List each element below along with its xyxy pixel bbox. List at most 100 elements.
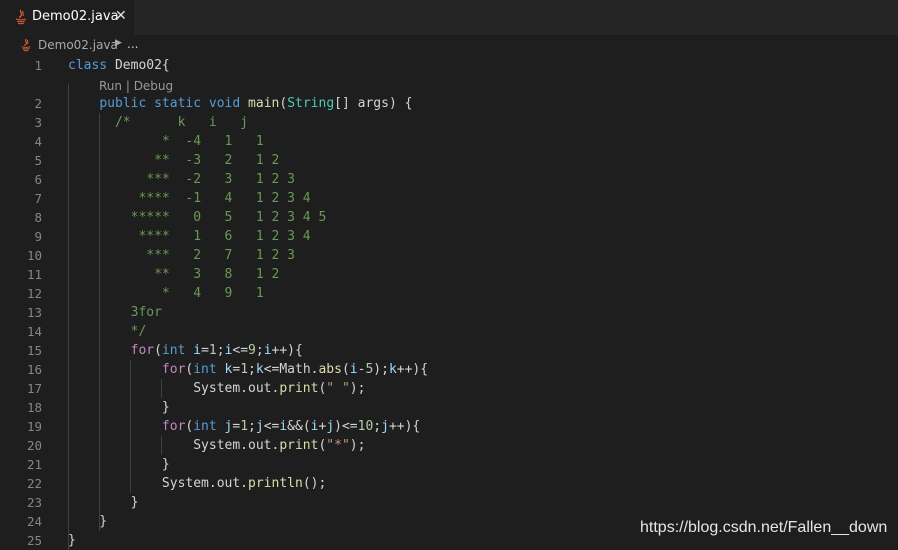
code-line[interactable]: 11 ** 3 8 1 2 bbox=[0, 265, 898, 284]
code-token: int bbox=[161, 343, 186, 358]
java-file-icon bbox=[21, 38, 31, 52]
code-line[interactable]: 16 for(int k=1;k<=Math.abs(i-5);k++){ bbox=[0, 360, 898, 379]
line-number: 21 bbox=[26, 457, 42, 472]
code-text: * -4 1 1 bbox=[68, 132, 264, 151]
code-token: j bbox=[326, 419, 335, 434]
code-line[interactable]: 21 } bbox=[0, 455, 898, 474]
line-number: 9 bbox=[34, 229, 42, 244]
code-token: **** 1 6 1 2 3 4 bbox=[68, 229, 311, 244]
line-number: 17 bbox=[26, 381, 42, 396]
code-token: class bbox=[68, 58, 108, 73]
code-text: for(int j=1;j<=i&&(i+j)<=10;j++){ bbox=[68, 417, 420, 436]
line-number: 8 bbox=[34, 210, 42, 225]
code-token: (); bbox=[302, 476, 327, 491]
code-text: } bbox=[68, 512, 107, 531]
code-text: ** -3 2 1 2 bbox=[68, 151, 279, 170]
code-line[interactable]: 10 *** 2 7 1 2 3 bbox=[0, 246, 898, 265]
code-line[interactable]: 4 * -4 1 1 bbox=[0, 132, 898, 151]
run-link[interactable]: Run bbox=[99, 79, 122, 93]
line-number: 2 bbox=[34, 96, 42, 111]
java-file-icon bbox=[15, 9, 27, 25]
line-number: 24 bbox=[26, 514, 42, 529]
code-text: public static void main(String[] args) { bbox=[68, 94, 412, 113]
code-token: k bbox=[388, 362, 397, 377]
code-text: } bbox=[68, 531, 76, 550]
line-number: 16 bbox=[26, 362, 42, 377]
code-token: ( bbox=[279, 96, 288, 111]
code-text: **** 1 6 1 2 3 4 bbox=[68, 227, 311, 246]
code-line[interactable]: 12 * 4 9 1 bbox=[0, 284, 898, 303]
code-line[interactable]: 3 /* k i j bbox=[0, 113, 898, 132]
code-line[interactable]: 18 } bbox=[0, 398, 898, 417]
code-token: print bbox=[279, 438, 319, 453]
code-line[interactable]: 14 */ bbox=[0, 322, 898, 341]
code-text: /* k i j bbox=[68, 113, 248, 132]
line-number: 22 bbox=[26, 476, 42, 491]
code-editor[interactable]: Run | Debug 1 class Demo02{2 public stati… bbox=[0, 56, 898, 550]
code-token: ; bbox=[216, 343, 225, 358]
code-token: System.out. bbox=[68, 476, 249, 491]
code-token: **** -1 4 1 2 3 4 bbox=[68, 191, 311, 206]
code-line[interactable]: 23 } bbox=[0, 493, 898, 512]
code-token: ***** 0 5 1 2 3 4 5 bbox=[68, 210, 327, 225]
line-number: 6 bbox=[34, 172, 42, 187]
code-line[interactable]: 9 **** 1 6 1 2 3 4 bbox=[0, 227, 898, 246]
code-text: } bbox=[68, 455, 170, 474]
code-token: println bbox=[248, 476, 303, 491]
code-token: * -4 1 1 bbox=[68, 134, 264, 149]
watermark: https://blog.csdn.net/Fallen__down bbox=[640, 519, 888, 536]
code-line[interactable]: 22 System.out.println(); bbox=[0, 474, 898, 493]
code-line[interactable]: 2 public static void main(String[] args)… bbox=[0, 94, 898, 113]
code-token: 1 bbox=[208, 343, 217, 358]
tab-demo02-java[interactable]: Demo02.java ✕ bbox=[0, 0, 134, 35]
code-text: } bbox=[68, 398, 170, 417]
code-text: 3for bbox=[68, 303, 162, 322]
code-line[interactable]: 7 **** -1 4 1 2 3 4 bbox=[0, 189, 898, 208]
code-token: <=Math. bbox=[263, 362, 319, 377]
codelens-separator: | bbox=[122, 79, 134, 93]
code-token: *** -2 3 1 2 3 bbox=[68, 172, 295, 187]
code-token: [] args) { bbox=[334, 96, 413, 111]
code-line[interactable]: 15 for(int i=1;i<=9;i++){ bbox=[0, 341, 898, 360]
code-token: ** -3 2 1 2 bbox=[68, 153, 280, 168]
code-token: ++){ bbox=[271, 343, 303, 358]
code-text: ** 3 8 1 2 bbox=[68, 265, 279, 284]
code-line[interactable]: 5 ** -3 2 1 2 bbox=[0, 151, 898, 170]
close-icon[interactable]: ✕ bbox=[115, 8, 127, 24]
code-line[interactable]: 19 for(int j=1;j<=i&&(i+j)<=10;j++){ bbox=[0, 417, 898, 436]
code-token: static bbox=[154, 96, 202, 111]
code-line[interactable]: 8 ***** 0 5 1 2 3 4 5 bbox=[0, 208, 898, 227]
line-number: 10 bbox=[26, 248, 42, 263]
chevron-right-icon: ▶ bbox=[115, 38, 122, 48]
line-number: 14 bbox=[26, 324, 42, 339]
code-line[interactable]: 17 System.out.print(" "); bbox=[0, 379, 898, 398]
code-text: for(int k=1;k<=Math.abs(i-5);k++){ bbox=[68, 360, 428, 379]
breadcrumb-file[interactable]: Demo02.java bbox=[38, 38, 118, 52]
code-text: class Demo02{ bbox=[68, 56, 170, 75]
code-token: } bbox=[68, 457, 170, 472]
code-token: ); bbox=[349, 381, 366, 396]
code-line[interactable]: 13 3for bbox=[0, 303, 898, 322]
code-token: Demo02{ bbox=[107, 58, 170, 73]
code-token: ); bbox=[349, 438, 366, 453]
breadcrumb-more[interactable]: ... bbox=[127, 37, 138, 51]
code-token: *** 2 7 1 2 3 bbox=[68, 248, 295, 263]
code-token: int bbox=[193, 419, 217, 434]
code-token: j bbox=[381, 419, 389, 434]
code-token: main bbox=[248, 96, 280, 111]
code-token: 9 bbox=[248, 343, 256, 358]
code-token: i bbox=[263, 343, 272, 358]
code-line[interactable]: 20 System.out.print("*"); bbox=[0, 436, 898, 455]
code-token: ; bbox=[373, 419, 382, 434]
code-text: } bbox=[68, 493, 139, 512]
debug-link[interactable]: Debug bbox=[134, 79, 173, 93]
code-token: <= bbox=[263, 419, 280, 434]
code-token: i bbox=[279, 419, 288, 434]
code-line[interactable]: 1 class Demo02{ bbox=[0, 56, 898, 75]
code-token: System.out. bbox=[68, 438, 280, 453]
code-token: } bbox=[68, 514, 108, 529]
code-line[interactable]: 6 *** -2 3 1 2 3 bbox=[0, 170, 898, 189]
